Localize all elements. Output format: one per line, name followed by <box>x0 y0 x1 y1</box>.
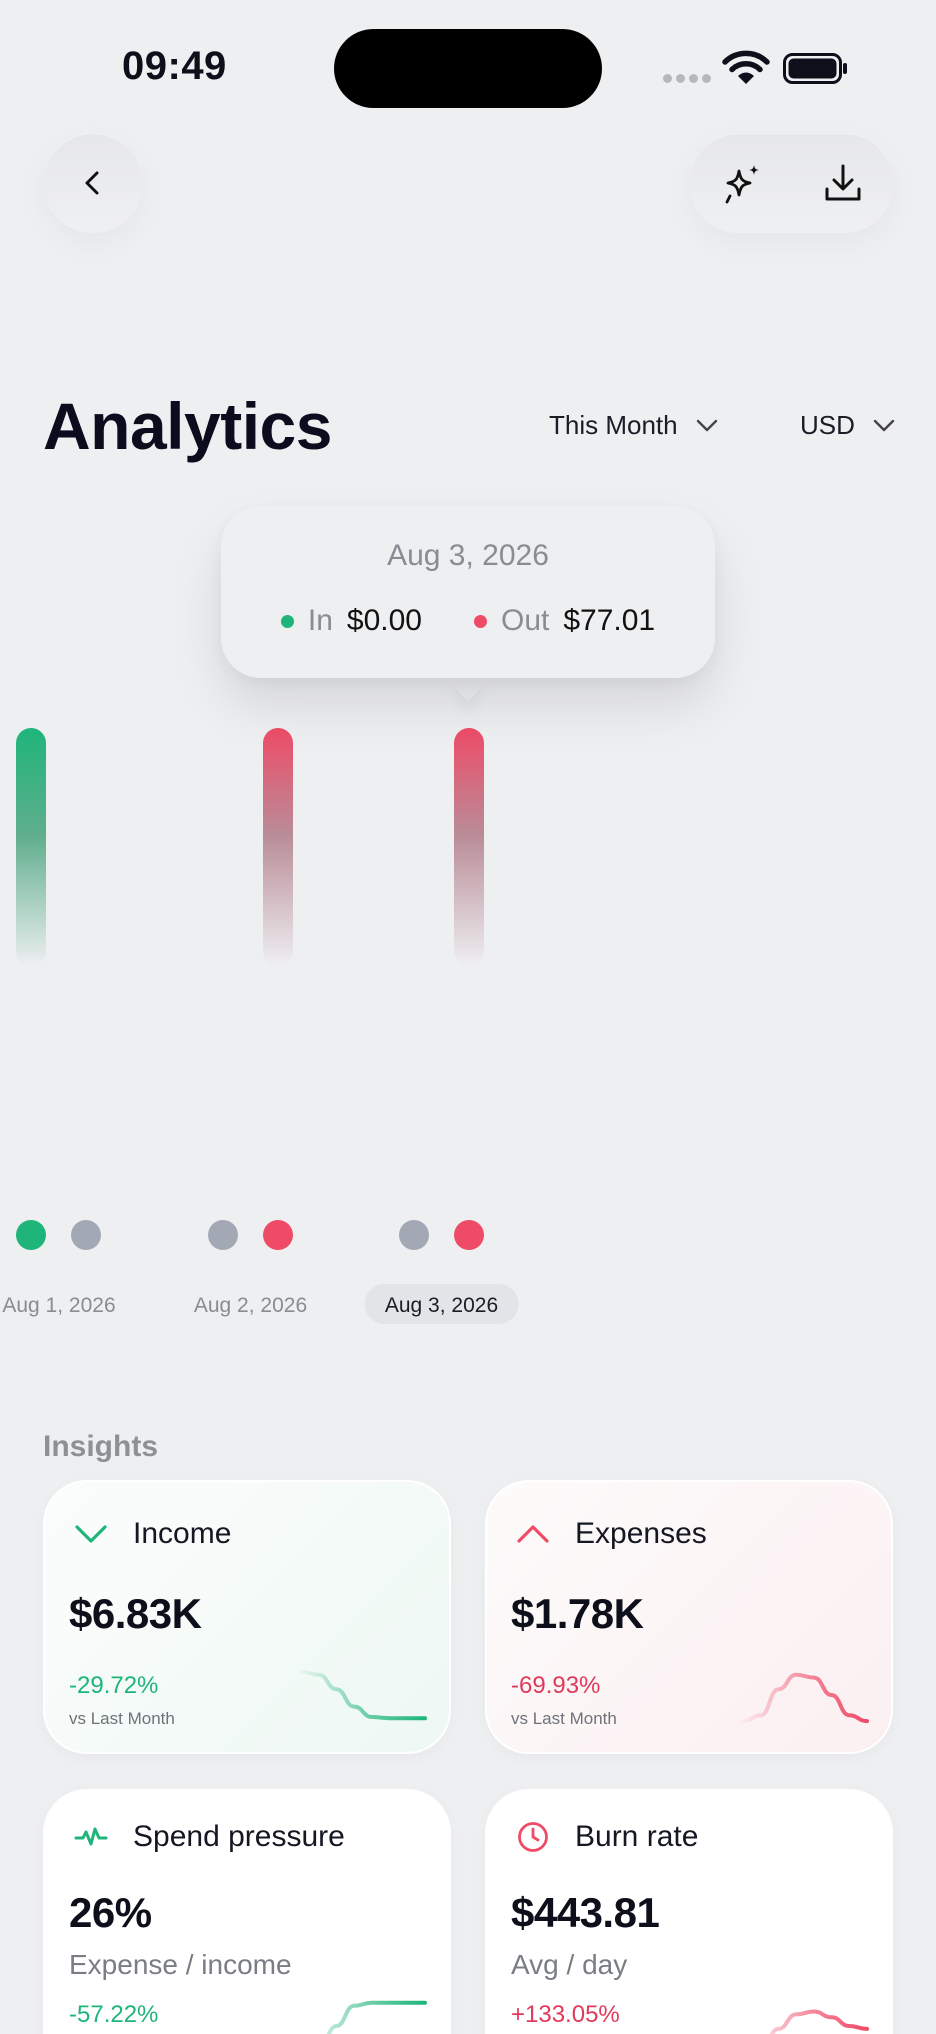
burn-rate-card[interactable]: Burn rate $443.81 Avg / day +133.05% <box>485 1789 893 2034</box>
tooltip-in-label: In <box>307 604 333 637</box>
bar-out-3[interactable] <box>454 728 484 966</box>
cellular-signal-icon <box>663 74 711 84</box>
expense-dot <box>473 614 487 628</box>
income-value: $6.83K <box>69 1590 202 1637</box>
wifi-icon <box>722 50 770 84</box>
income-trend-line <box>299 1669 427 1721</box>
burn-rate-title: Burn rate <box>575 1820 699 1853</box>
insights-heading: Insights <box>43 1430 159 1463</box>
ai-insights-button[interactable] <box>709 149 777 217</box>
spend-pressure-subtitle: Expense / income <box>69 1949 292 1980</box>
income-compare: vs Last Month <box>69 1709 175 1728</box>
spend-pressure-value: 26% <box>69 1889 152 1936</box>
burn_rate-trend-line <box>769 2009 869 2034</box>
period-label: This Month <box>549 410 678 440</box>
tooltip-out-value: $77.01 <box>563 604 656 637</box>
tooltip-date: Aug 3, 2026 <box>387 539 549 572</box>
burn-rate-sparkline <box>769 2009 869 2034</box>
expenses-compare: vs Last Month <box>511 1709 617 1728</box>
income-card[interactable]: Income $6.83K -29.72% vs Last Month <box>43 1480 451 1754</box>
back-button[interactable] <box>43 133 143 233</box>
chevron-down-icon <box>696 419 717 431</box>
dot-in-2 <box>208 1220 238 1250</box>
chart-tooltip: Aug 3, 2026 In $0.00 Out $77.01 <box>221 506 715 678</box>
spend-pressure-card[interactable]: Spend pressure 26% Expense / income -57.… <box>43 1789 451 2034</box>
expenses-value: $1.78K <box>511 1590 644 1637</box>
x-axis-label[interactable]: Aug 3, 2026 <box>385 1294 498 1317</box>
chevron-down-icon <box>873 419 895 431</box>
spend-pressure-title: Spend pressure <box>133 1820 345 1853</box>
dot-in-1 <box>16 1220 46 1250</box>
header-actions <box>689 133 894 233</box>
bar-out-2[interactable] <box>263 728 293 966</box>
download-icon <box>825 164 861 201</box>
expenses-title: Expenses <box>575 1517 707 1550</box>
chevron-up-icon <box>509 1510 557 1558</box>
x-axis-label[interactable]: Aug 1, 2026 <box>2 1294 115 1317</box>
dot-in-3 <box>399 1220 429 1250</box>
cashflow-chart[interactable]: Aug 1, 2026 Aug 2, 2026 Aug 3, 2026 <box>0 720 936 1340</box>
chevron-down-icon <box>67 1510 115 1558</box>
bar-in-1[interactable] <box>16 728 46 966</box>
burn-rate-subtitle: Avg / day <box>511 1949 628 1980</box>
status-time: 09:49 <box>122 44 227 88</box>
spend-pressure-change: -57.22% <box>69 2001 159 2028</box>
expenses-card[interactable]: Expenses $1.78K -69.93% vs Last Month <box>485 1480 893 1754</box>
dot-out-3 <box>454 1220 484 1250</box>
clock-icon <box>509 1813 557 1861</box>
burn-rate-value: $443.81 <box>511 1889 660 1936</box>
expenses-sparkline <box>741 1672 869 1724</box>
pulse-icon <box>67 1813 115 1861</box>
battery-icon <box>783 53 847 84</box>
dot-out-2 <box>263 1220 293 1250</box>
currency-dropdown[interactable]: USD <box>800 410 895 441</box>
income-sparkline <box>299 1669 427 1721</box>
expenses-trend-line <box>741 1672 869 1724</box>
spend_pressure-trend-line <box>326 2000 427 2034</box>
income-title: Income <box>133 1517 232 1550</box>
sparkle-icon <box>725 165 759 204</box>
dynamic-island <box>334 29 602 108</box>
period-dropdown[interactable]: This Month <box>549 410 718 441</box>
currency-label: USD <box>800 410 855 440</box>
income-dot <box>280 614 294 628</box>
dot-out-1 <box>71 1220 101 1250</box>
burn-rate-change: +133.05% <box>511 2001 620 2028</box>
spend-pressure-sparkline <box>326 2000 427 2034</box>
tooltip-in-value: $0.00 <box>346 604 422 637</box>
x-axis-label[interactable]: Aug 2, 2026 <box>194 1294 307 1317</box>
tooltip-out-label: Out <box>500 604 550 637</box>
expenses-change: -69.93% <box>511 1672 601 1699</box>
chevron-left-icon <box>85 171 99 195</box>
tooltip-values: In $0.00 Out $77.01 <box>221 604 715 638</box>
income-change: -29.72% <box>69 1672 159 1699</box>
download-button[interactable] <box>809 149 877 217</box>
page-title: Analytics <box>43 389 332 463</box>
